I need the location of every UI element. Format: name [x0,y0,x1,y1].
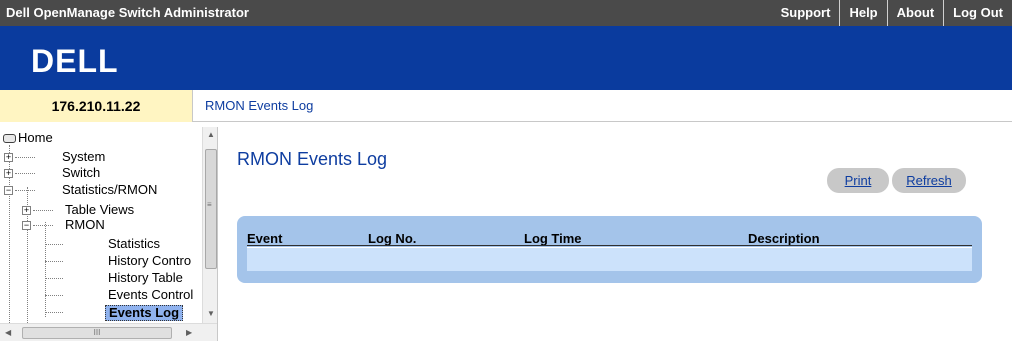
expand-icon[interactable]: + [4,153,13,162]
logo-text: DELL [31,45,119,75]
horizontal-scroll-thumb[interactable]: III [22,327,172,339]
help-link[interactable]: Help [839,0,886,26]
column-header-event: Event [247,231,283,246]
tree-content: Home + System + Switch − Statistics/RMON… [0,127,202,323]
expand-icon[interactable]: + [4,169,13,178]
table-row [247,247,972,271]
tree-horizontal-scrollbar[interactable]: ◀ III ▶ [0,323,217,341]
events-log-table: Event Log No. Log Time Description [237,216,982,283]
column-header-description: Description [748,231,820,246]
page-title: RMON Events Log [237,149,388,169]
dell-logo: DELL [31,45,119,75]
home-icon [3,134,16,143]
top-bar: Dell OpenManage Switch Administrator Sup… [0,0,1012,26]
scroll-grip-icon: ≡ [207,200,212,209]
table-header: Event Log No. Log Time Description [247,231,972,246]
about-link[interactable]: About [886,0,944,26]
support-link[interactable]: Support [772,0,840,26]
column-header-log-no: Log No. [368,231,417,246]
tree-connector [45,222,46,317]
scroll-up-icon[interactable]: ▲ [207,130,215,139]
refresh-button[interactable]: Refresh [892,168,966,193]
device-ip: 176.210.11.22 [0,90,193,122]
vertical-scroll-thumb[interactable]: ≡ [205,149,217,269]
scroll-right-icon[interactable]: ▶ [186,328,192,337]
address-row: 176.210.11.22 RMON Events Log [0,90,1012,122]
app-title: Dell OpenManage Switch Administrator [6,5,249,20]
print-button[interactable]: Print [827,168,889,193]
brand-band: DELL [0,26,1012,90]
collapse-icon[interactable]: − [4,186,13,195]
navigation-tree: Home + System + Switch − Statistics/RMON… [0,127,218,341]
scroll-left-icon[interactable]: ◀ [5,328,11,337]
top-nav: Support Help About Log Out [772,0,1012,26]
breadcrumb[interactable]: RMON Events Log [205,90,313,122]
column-header-log-time: Log Time [524,231,582,246]
header-divider [247,245,972,246]
tree-vertical-scrollbar[interactable]: ▲ ≡ ▼ [202,127,217,323]
tree-connector [9,187,10,323]
expand-icon[interactable]: + [22,206,31,215]
collapse-icon[interactable]: − [22,221,31,230]
logout-link[interactable]: Log Out [943,0,1012,26]
scroll-down-icon[interactable]: ▼ [207,309,215,318]
